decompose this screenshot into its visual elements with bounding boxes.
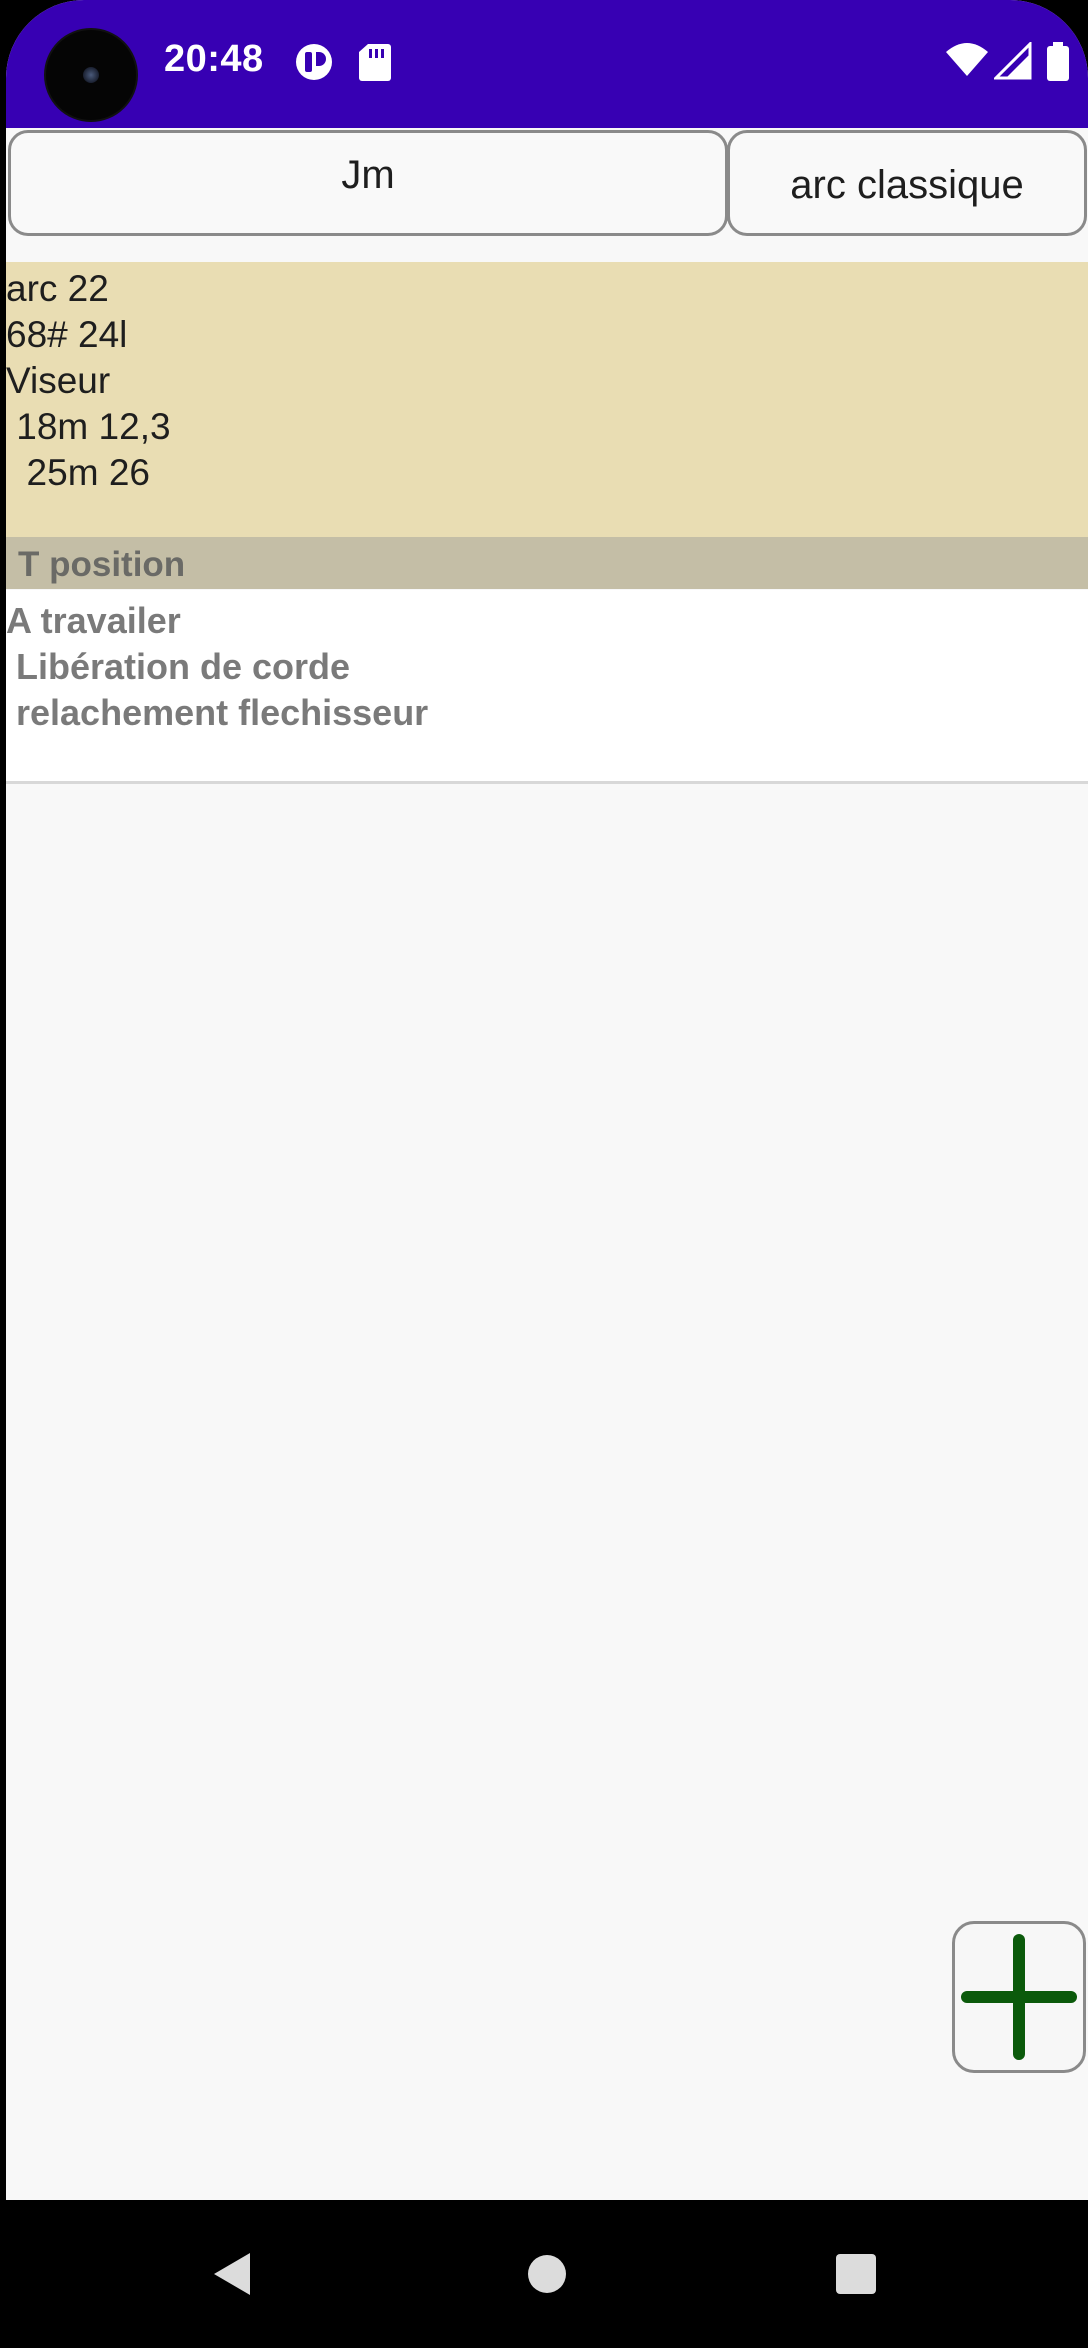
work-line: A travailer [6, 600, 181, 641]
home-button[interactable] [512, 2200, 582, 2348]
plus-icon [961, 1934, 1077, 2060]
back-button[interactable] [200, 2200, 264, 2348]
note-line: arc 22 [6, 268, 109, 309]
note-line: 25m 26 [6, 452, 150, 493]
add-button[interactable] [952, 1921, 1086, 2073]
bow-type-label: arc classique [790, 162, 1024, 207]
cellular-signal-icon [994, 42, 1032, 80]
navigation-bar [0, 2200, 1088, 2348]
work-line: relachement flechisseur [6, 692, 429, 733]
app-screen: 20:48 Jm arc classique arc 22 68# 24l Vi… [6, 0, 1088, 2200]
user-name: Jm [341, 153, 395, 197]
recents-button[interactable] [816, 2200, 896, 2348]
back-icon [214, 2253, 250, 2295]
status-bar: 20:48 [6, 0, 1088, 128]
bow-type-selector[interactable]: arc classique [727, 130, 1087, 236]
note-line: 18m 12,3 [6, 406, 171, 447]
note-line: Viseur [6, 360, 111, 401]
user-selector[interactable]: Jm [8, 130, 728, 236]
note-line: 68# 24l [6, 314, 128, 355]
wifi-icon [946, 43, 988, 76]
work-item[interactable]: A travailer Libération de corde relachem… [6, 590, 1088, 784]
work-line: Libération de corde [6, 646, 351, 687]
status-time: 20:48 [164, 38, 264, 80]
notification-icon [296, 44, 332, 80]
camera-cutout [46, 30, 136, 120]
home-icon [528, 2255, 566, 2293]
section-header[interactable]: T position [6, 537, 1088, 589]
recents-icon [836, 2254, 876, 2294]
sd-card-icon [359, 44, 391, 81]
battery-icon [1047, 42, 1069, 81]
equipment-note[interactable]: arc 22 68# 24l Viseur 18m 12,3 25m 26 [6, 262, 1088, 537]
